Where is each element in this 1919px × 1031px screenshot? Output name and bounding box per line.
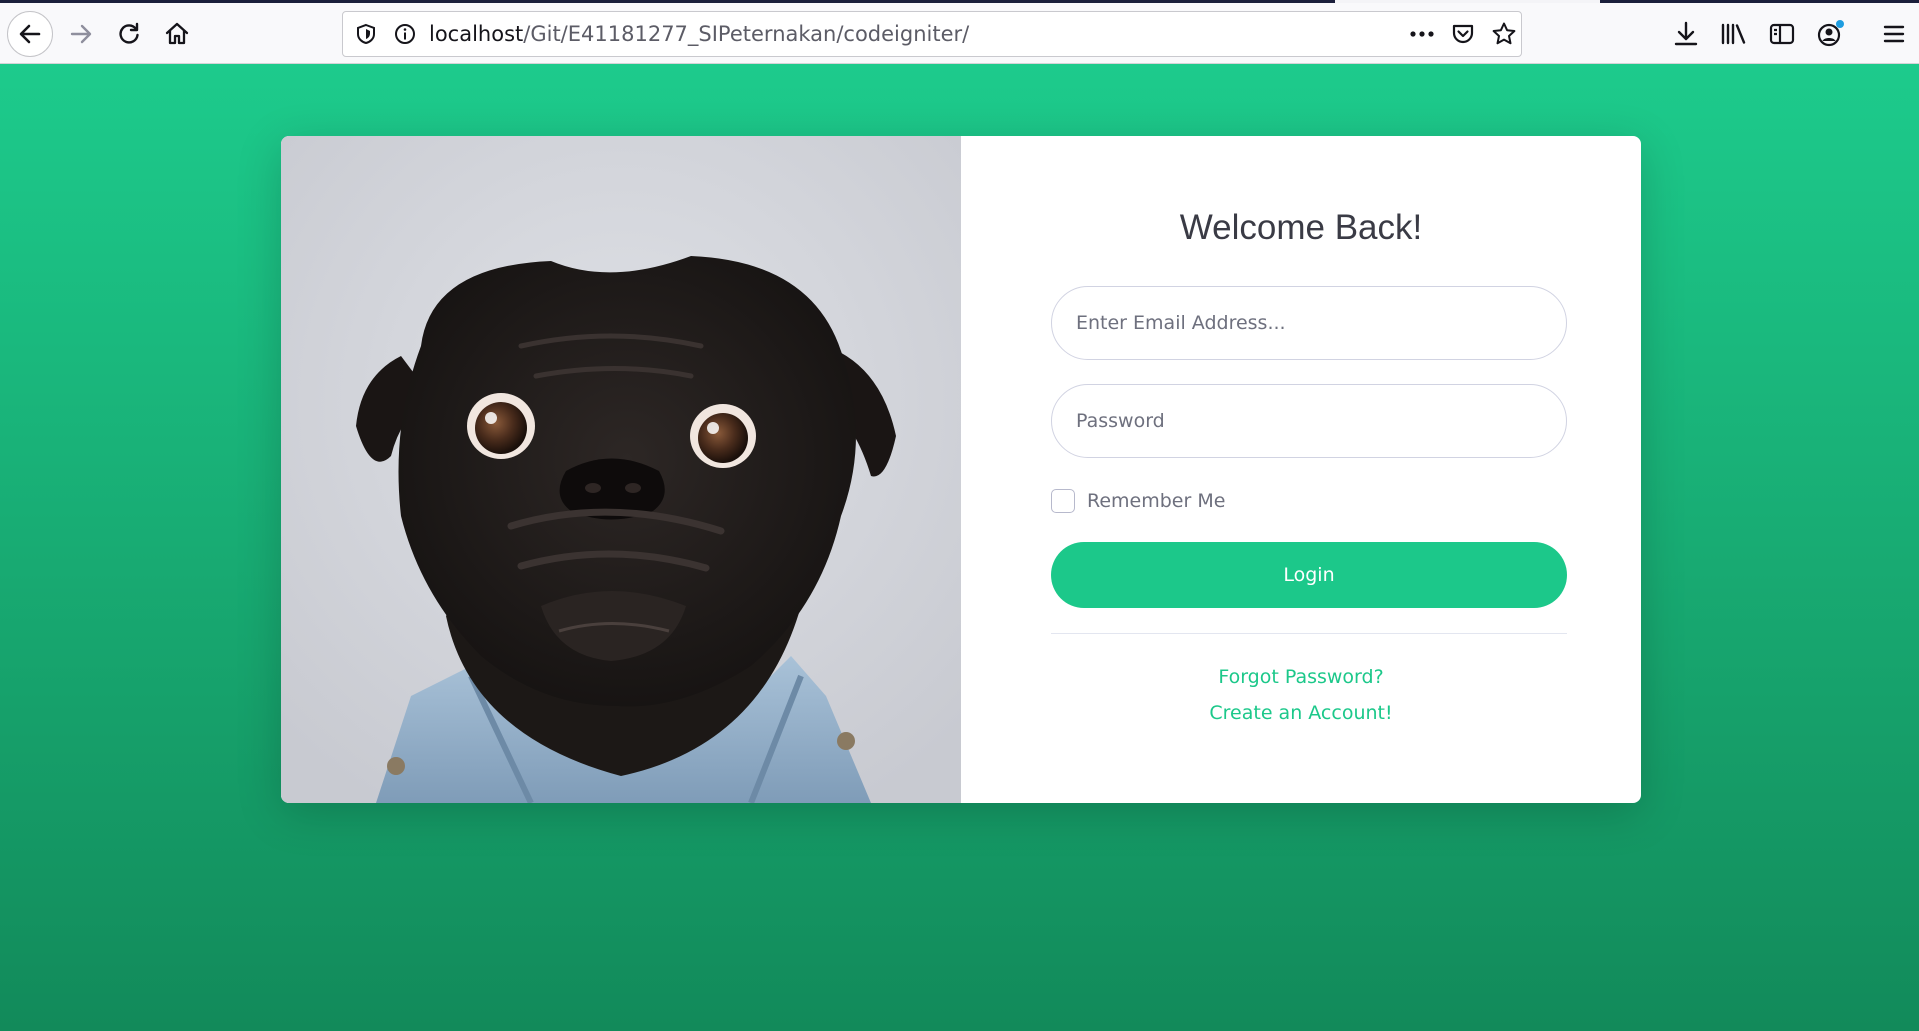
reload-icon — [119, 22, 139, 44]
pocket-button[interactable] — [1448, 12, 1478, 56]
star-icon — [1492, 22, 1516, 45]
info-icon — [395, 24, 415, 44]
login-image — [281, 136, 961, 803]
login-button[interactable]: Login — [1051, 542, 1567, 608]
app-menu-button[interactable] — [1871, 11, 1917, 57]
remember-me-row[interactable]: Remember Me — [1051, 488, 1225, 514]
pocket-icon — [1452, 24, 1474, 44]
forgot-password-link[interactable]: Forgot Password? — [961, 666, 1641, 688]
pug-photo-illustration — [281, 136, 961, 803]
account-button[interactable] — [1807, 11, 1853, 57]
login-card: Welcome Back! Remember Me Login Forgot P… — [281, 136, 1641, 803]
url-text[interactable]: localhost/Git/E41181277_SIPeternakan/cod… — [429, 12, 969, 56]
form-divider — [1051, 633, 1567, 634]
url-bar[interactable]: localhost/Git/E41181277_SIPeternakan/cod… — [342, 11, 1522, 57]
bookmark-button[interactable] — [1489, 12, 1519, 56]
forward-arrow-icon — [70, 24, 92, 44]
remember-me-label[interactable]: Remember Me — [1087, 490, 1225, 512]
site-info-button[interactable] — [390, 12, 420, 56]
sidebar-button[interactable] — [1759, 11, 1805, 57]
url-host: localhost — [429, 22, 524, 46]
library-icon — [1721, 23, 1746, 45]
back-arrow-icon — [19, 24, 41, 44]
welcome-heading: Welcome Back! — [1179, 208, 1423, 247]
account-icon — [1817, 20, 1844, 47]
sidebar-icon — [1769, 23, 1795, 45]
email-input[interactable] — [1051, 286, 1567, 360]
browser-toolbar: localhost/Git/E41181277_SIPeternakan/cod… — [0, 3, 1919, 64]
reload-button[interactable] — [106, 11, 152, 57]
page-background: Welcome Back! Remember Me Login Forgot P… — [0, 64, 1919, 1031]
download-icon — [1674, 21, 1698, 46]
home-icon — [165, 22, 189, 45]
home-button[interactable] — [154, 11, 200, 57]
create-account-link[interactable]: Create an Account! — [961, 702, 1641, 724]
downloads-button[interactable] — [1663, 11, 1709, 57]
more-dots-icon — [1410, 31, 1434, 37]
password-input[interactable] — [1051, 384, 1567, 458]
tracking-protection-button[interactable] — [351, 12, 381, 56]
page-actions-button[interactable] — [1407, 12, 1437, 56]
remember-me-checkbox[interactable] — [1051, 489, 1075, 513]
back-button[interactable] — [7, 11, 53, 57]
forward-button[interactable] — [58, 11, 104, 57]
login-form: Welcome Back! Remember Me Login Forgot P… — [961, 136, 1641, 803]
library-button[interactable] — [1711, 11, 1757, 57]
hamburger-menu-icon — [1883, 25, 1905, 43]
shield-icon — [357, 23, 375, 45]
url-path: /Git/E41181277_SIPeternakan/codeigniter/ — [523, 22, 970, 46]
